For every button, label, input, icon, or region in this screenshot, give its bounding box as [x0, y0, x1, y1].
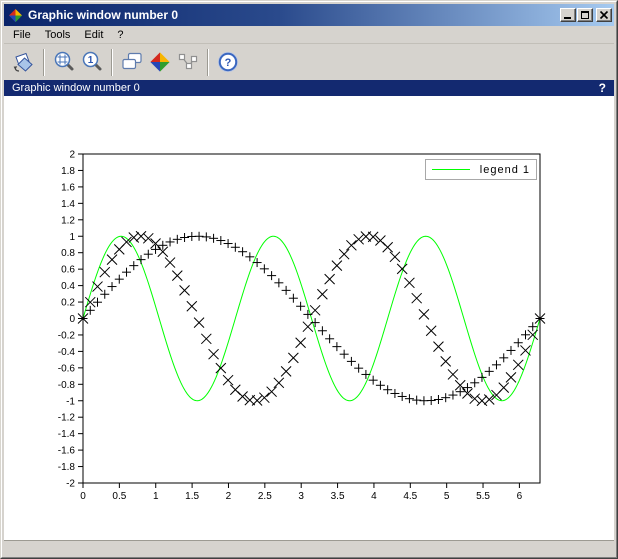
help-icon: ? [216, 50, 240, 74]
zoom-1-1-icon: 1 [80, 50, 104, 74]
rotate-button[interactable] [10, 48, 38, 76]
svg-text:1.2: 1.2 [61, 215, 75, 226]
svg-text:-0.4: -0.4 [58, 347, 76, 358]
svg-text:0: 0 [80, 491, 86, 502]
legend-label: legend 1 [480, 164, 530, 176]
help-button[interactable]: ? [214, 48, 242, 76]
svg-text:0: 0 [69, 314, 75, 325]
pinwheel-diamond-icon [149, 51, 171, 73]
dialogs-icon [120, 50, 144, 74]
svg-text:1.5: 1.5 [185, 491, 199, 502]
svg-text:-0.2: -0.2 [58, 330, 76, 341]
close-icon [598, 9, 610, 21]
svg-text:-0.8: -0.8 [58, 380, 76, 391]
svg-text:5.5: 5.5 [476, 491, 490, 502]
svg-text:2: 2 [226, 491, 232, 502]
toolbar-separator [43, 49, 45, 76]
svg-text:3: 3 [298, 491, 304, 502]
node-graph-icon [176, 50, 200, 74]
window-body: Graphic window number 0 File Tools Edit … [2, 2, 616, 557]
menubar: File Tools Edit ? [4, 26, 614, 43]
menu-help[interactable]: ? [110, 28, 130, 42]
zoom-area-icon [52, 50, 76, 74]
svg-text:5: 5 [444, 491, 450, 502]
legend-line-sample [432, 169, 470, 170]
figure-infobar-title: Graphic window number 0 [12, 82, 599, 94]
plot-canvas[interactable]: 0 0.5 1 1.5 2 2.5 3 3.5 4 4.5 5 5.5 6 2 1.8 1.6 1.4 1.2 1 0… [4, 96, 614, 540]
infobar-help-glyph[interactable]: ? [599, 81, 606, 95]
svg-text:2.5: 2.5 [258, 491, 272, 502]
graphic-window: Graphic window number 0 File Tools Edit … [0, 0, 618, 559]
svg-text:1.6: 1.6 [61, 182, 75, 193]
svg-text:0.2: 0.2 [61, 298, 75, 309]
svg-text:?: ? [225, 57, 232, 69]
figure-infobar: Graphic window number 0 ? [4, 80, 614, 96]
menu-edit[interactable]: Edit [77, 28, 110, 42]
svg-text:-1.2: -1.2 [58, 413, 76, 424]
svg-text:0.8: 0.8 [61, 248, 75, 259]
svg-text:-1: -1 [66, 396, 75, 407]
zoom-1-1-button[interactable]: 1 [78, 48, 106, 76]
svg-text:-1.8: -1.8 [58, 462, 76, 473]
svg-text:1.4: 1.4 [61, 199, 75, 210]
svg-text:1.8: 1.8 [61, 166, 75, 177]
minimize-icon [564, 17, 571, 19]
toolbar-separator [207, 49, 209, 76]
maximize-icon [581, 11, 589, 19]
pinwheel-diamond-button[interactable] [146, 48, 174, 76]
svg-text:1: 1 [153, 491, 159, 502]
dialogs-button[interactable] [118, 48, 146, 76]
svg-text:-1.6: -1.6 [58, 446, 76, 457]
svg-text:1: 1 [88, 55, 94, 66]
menu-tools[interactable]: Tools [38, 28, 78, 42]
svg-text:2: 2 [69, 150, 75, 161]
svg-text:0.6: 0.6 [61, 265, 75, 276]
svg-text:-0.6: -0.6 [58, 363, 76, 374]
menu-file[interactable]: File [6, 28, 38, 42]
scilab-pinwheel-icon [8, 8, 23, 23]
window-border: Graphic window number 0 File Tools Edit … [1, 1, 617, 558]
rotate-icon [12, 50, 36, 74]
toolbar-separator [111, 49, 113, 76]
svg-text:0.5: 0.5 [112, 491, 126, 502]
statusbar [4, 540, 614, 555]
maximize-button[interactable] [577, 8, 593, 22]
node-graph-button[interactable] [174, 48, 202, 76]
svg-text:1: 1 [69, 232, 75, 243]
svg-text:3.5: 3.5 [331, 491, 345, 502]
svg-text:4.5: 4.5 [403, 491, 417, 502]
svg-text:-1.4: -1.4 [58, 429, 76, 440]
svg-text:6: 6 [517, 491, 523, 502]
toolbar: 1 [4, 43, 614, 80]
titlebar[interactable]: Graphic window number 0 [4, 4, 614, 26]
svg-text:-2: -2 [66, 479, 75, 490]
window-title: Graphic window number 0 [28, 8, 559, 22]
close-button[interactable] [596, 8, 612, 22]
svg-text:4: 4 [371, 491, 377, 502]
zoom-area-button[interactable] [50, 48, 78, 76]
legend: legend 1 [425, 159, 537, 180]
svg-text:0.4: 0.4 [61, 281, 75, 292]
minimize-button[interactable] [560, 8, 576, 22]
